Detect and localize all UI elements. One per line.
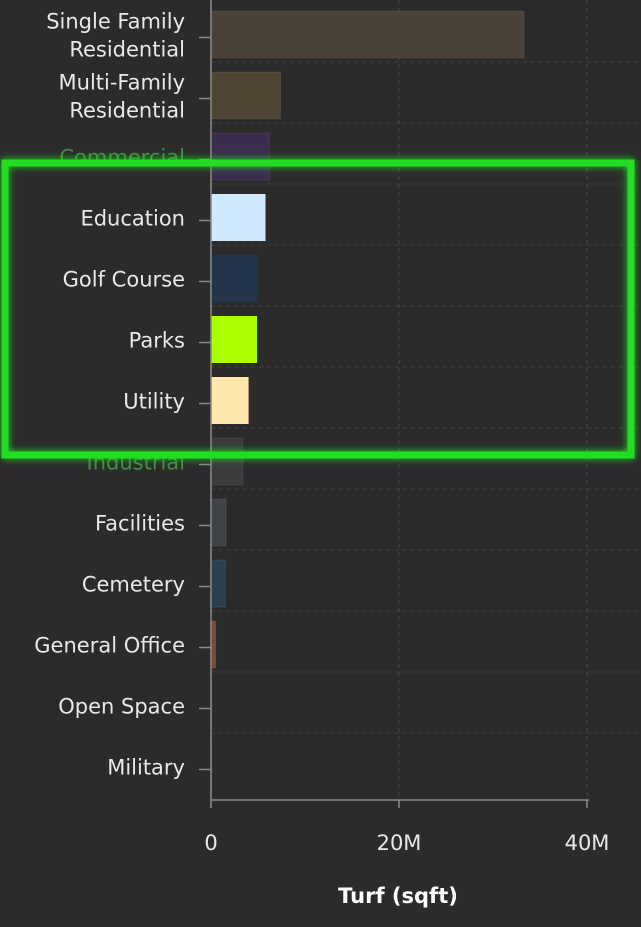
bar-multi-family-residential	[210, 71, 282, 120]
bar-utility	[211, 377, 249, 424]
category-label: Military	[107, 756, 185, 780]
bar-chart: Single Family Residential Multi-Family Resi…	[1, 0, 641, 908]
x-tick-label: 0	[204, 831, 217, 855]
bar-single-family-residential	[210, 10, 525, 59]
category-label: Education	[80, 207, 185, 231]
x-tick-label: 20M	[377, 831, 422, 855]
bar-parks	[211, 316, 258, 363]
bar-golf-course	[211, 255, 258, 302]
category-label-line: Single Family	[46, 10, 185, 34]
category-label: Multi-Family Residential	[59, 71, 185, 123]
category-label-line: Residential	[69, 99, 185, 123]
bar-education	[211, 194, 266, 241]
category-label: Golf Course	[63, 268, 185, 292]
category-label: Facilities	[95, 512, 185, 536]
category-labels-group: Single Family Residential Multi-Family Resi…	[34, 10, 185, 780]
category-label: General Office	[34, 634, 185, 658]
category-label-line: Residential	[69, 38, 185, 62]
category-label: Cemetery	[82, 573, 185, 597]
bar-facilities	[210, 498, 227, 547]
category-label: Utility	[123, 390, 185, 414]
bars-group	[210, 10, 525, 791]
bar-commercial	[210, 132, 270, 181]
category-label: Single Family Residential	[46, 10, 185, 62]
category-label: Parks	[129, 329, 185, 353]
bar-cemetery	[210, 559, 226, 608]
category-label: Open Space	[58, 695, 185, 719]
x-tick-label: 40M	[565, 831, 610, 855]
bar-industrial	[210, 437, 244, 486]
category-label-line: Multi-Family	[59, 71, 185, 95]
grid-lines	[211, 0, 641, 800]
x-axis-label: Turf (sqft)	[338, 884, 458, 908]
chart-container: Single Family Residential Multi-Family Resi…	[0, 0, 641, 923]
